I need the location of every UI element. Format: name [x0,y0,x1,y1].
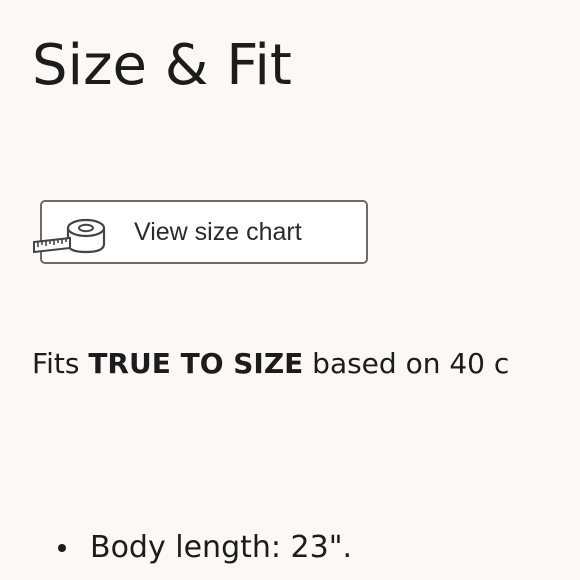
fit-suffix: based on 40 c [303,347,510,380]
tape-measure-icon [33,218,106,254]
body-length-detail: Body length: 23". [90,530,353,565]
fit-summary: Fits TRUE TO SIZE based on 40 c [32,346,509,382]
view-size-chart-label: View size chart [134,218,302,246]
fit-details-list: Body length: 23". [0,528,352,568]
list-item: Body length: 23". [0,528,352,568]
bullet-icon [58,544,66,552]
size-fit-panel: Size & Fit View size chart Fits TRUE TO … [0,0,580,580]
fit-prefix: Fits [32,347,89,380]
fit-emphasis: TRUE TO SIZE [88,347,304,380]
view-size-chart-button[interactable]: View size chart [33,200,368,264]
section-title: Size & Fit [32,33,292,98]
